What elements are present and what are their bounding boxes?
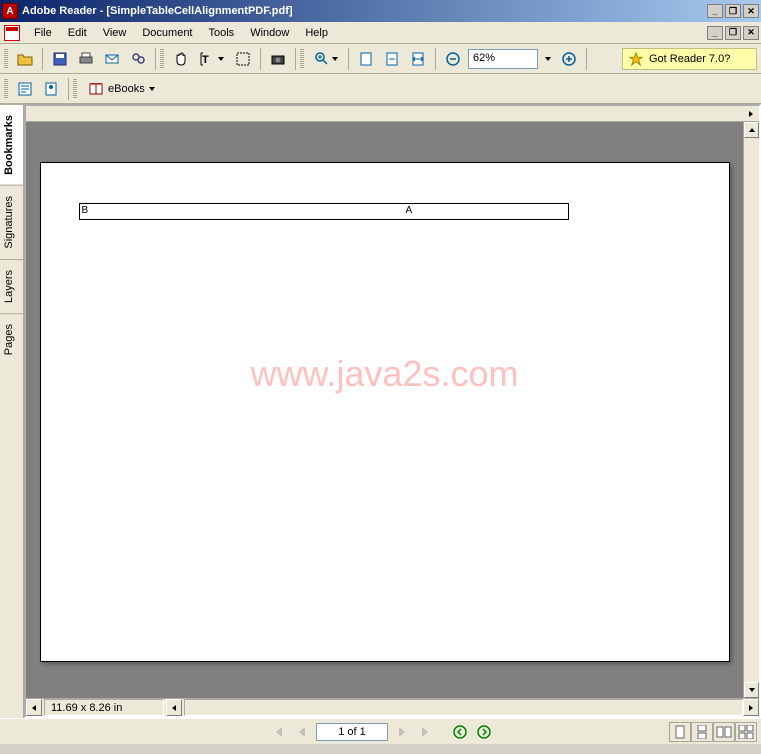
adobe-reader-icon: A	[2, 3, 18, 19]
snapshot-tool-button[interactable]	[266, 47, 290, 71]
main-area: Bookmarks Signatures Layers Pages B A ww…	[0, 104, 761, 718]
horizontal-scroll-row: 11.69 x 8.26 in	[26, 698, 759, 716]
toolbar-grip[interactable]	[73, 79, 77, 99]
doc-minimize-button[interactable]: _	[707, 26, 723, 40]
zoom-in-button[interactable]	[309, 47, 343, 71]
menu-edit[interactable]: Edit	[60, 24, 95, 42]
hscroll-track[interactable]	[184, 699, 743, 716]
next-view-button[interactable]	[474, 722, 494, 742]
document-canvas[interactable]: B A www.java2s.com	[26, 122, 743, 698]
open-button[interactable]	[13, 47, 37, 71]
minimize-button[interactable]: _	[707, 4, 723, 18]
continuous-view-button[interactable]	[691, 722, 713, 742]
ebooks-button[interactable]: eBooks	[81, 77, 162, 101]
prev-page-button[interactable]	[292, 722, 312, 742]
side-tab-strip: Bookmarks Signatures Layers Pages	[0, 104, 24, 718]
howto-button[interactable]	[13, 77, 37, 101]
menu-view[interactable]: View	[95, 24, 135, 42]
continuous-facing-view-button[interactable]	[735, 722, 757, 742]
window-title: Adobe Reader - [SimpleTableCellAlignment…	[22, 5, 707, 17]
toolbar-grip[interactable]	[4, 79, 8, 99]
window-titlebar: A Adobe Reader - [SimpleTableCellAlignme…	[0, 0, 761, 22]
hscroll-left2-button[interactable]	[166, 699, 182, 716]
doc-restore-button[interactable]: ❐	[725, 26, 741, 40]
document-area: B A www.java2s.com 11.69 x 8.26 in	[24, 104, 761, 718]
single-page-view-button[interactable]	[669, 722, 691, 742]
scroll-up-button[interactable]	[744, 122, 759, 138]
toolbar-grip[interactable]	[4, 49, 8, 69]
hscroll-left-button[interactable]	[26, 699, 42, 716]
close-button[interactable]: ✕	[743, 4, 759, 18]
zoom-in-plus-button[interactable]	[557, 47, 581, 71]
zoom-out-button[interactable]	[441, 47, 465, 71]
menu-tools[interactable]: Tools	[201, 24, 243, 42]
vertical-scrollbar[interactable]	[743, 122, 759, 698]
zoom-value-input[interactable]: 62%	[468, 49, 538, 69]
side-tab-pages[interactable]: Pages	[0, 313, 23, 365]
side-tab-layers[interactable]: Layers	[0, 259, 23, 313]
side-tab-signatures[interactable]: Signatures	[0, 185, 23, 259]
svg-text:T: T	[202, 54, 209, 66]
read-button[interactable]	[39, 77, 63, 101]
main-toolbar: T 62% Got Reader 7.0?	[0, 44, 761, 74]
pdf-page: B A www.java2s.com	[40, 162, 730, 662]
select-text-tool-button[interactable]: T	[195, 47, 229, 71]
navigation-bar: 1 of 1	[0, 718, 761, 744]
secondary-toolbar: eBooks	[0, 74, 761, 104]
select-image-tool-button[interactable]	[231, 47, 255, 71]
toolbar-grip[interactable]	[300, 49, 304, 69]
toolbar-grip[interactable]	[160, 49, 164, 69]
zoom-dropdown-button[interactable]	[541, 47, 555, 71]
search-button[interactable]	[126, 47, 150, 71]
pdf-table: B A	[79, 203, 569, 220]
fit-width-button[interactable]	[406, 47, 430, 71]
facing-view-button[interactable]	[713, 722, 735, 742]
side-tab-bookmarks[interactable]: Bookmarks	[0, 104, 23, 185]
star-icon	[629, 52, 643, 66]
email-button[interactable]	[100, 47, 124, 71]
prev-view-button[interactable]	[450, 722, 470, 742]
promo-text: Got Reader 7.0?	[649, 53, 730, 65]
scroll-track[interactable]	[744, 138, 759, 682]
first-page-button[interactable]	[268, 722, 288, 742]
menu-window[interactable]: Window	[242, 24, 297, 42]
print-button[interactable]	[74, 47, 98, 71]
maximize-button[interactable]: ❐	[725, 4, 741, 18]
promo-banner[interactable]: Got Reader 7.0?	[622, 48, 757, 70]
page-dimensions: 11.69 x 8.26 in	[44, 699, 164, 716]
pdf-document-icon	[4, 25, 20, 41]
ebooks-label: eBooks	[108, 83, 145, 95]
ebooks-icon	[88, 81, 104, 97]
table-cell-a: A	[406, 205, 413, 216]
table-cell-b: B	[82, 205, 89, 216]
hscroll-right-button[interactable]	[743, 699, 759, 716]
scroll-down-button[interactable]	[744, 682, 759, 698]
next-page-button[interactable]	[392, 722, 412, 742]
menu-bar: File Edit View Document Tools Window Hel…	[0, 22, 761, 44]
watermark-text: www.java2s.com	[41, 353, 729, 395]
last-page-button[interactable]	[416, 722, 436, 742]
menu-help[interactable]: Help	[297, 24, 336, 42]
page-number-input[interactable]: 1 of 1	[316, 723, 388, 741]
doc-options-row	[26, 106, 759, 122]
actual-size-button[interactable]	[354, 47, 378, 71]
chevron-down-icon	[149, 87, 155, 91]
fit-page-button[interactable]	[380, 47, 404, 71]
hand-tool-button[interactable]	[169, 47, 193, 71]
menu-document[interactable]: Document	[134, 24, 200, 42]
save-button[interactable]	[48, 47, 72, 71]
doc-close-button[interactable]: ✕	[743, 26, 759, 40]
menu-file[interactable]: File	[26, 24, 60, 42]
doc-options-button[interactable]	[745, 108, 757, 120]
